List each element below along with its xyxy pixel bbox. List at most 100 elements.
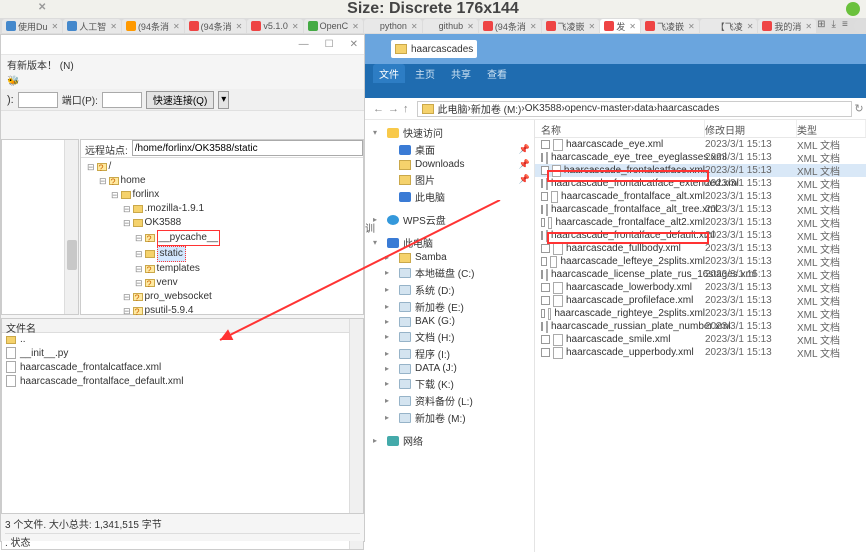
checkbox[interactable] (541, 322, 543, 331)
pin-icon[interactable]: 📌 (519, 174, 530, 185)
browser-tab[interactable]: 飞凌嵌✕ (641, 19, 699, 33)
breadcrumb-item[interactable]: opencv-master (565, 103, 631, 114)
file-row[interactable]: .. (2, 333, 363, 346)
nav-item[interactable]: 此电脑 (365, 188, 534, 205)
scrollbar[interactable] (64, 140, 78, 314)
nav-item[interactable]: 文档 (H:) (365, 328, 534, 345)
checkbox[interactable] (541, 296, 550, 305)
browser-tab[interactable]: 我的消✕ (758, 19, 816, 33)
checkbox[interactable] (541, 153, 543, 162)
pin-icon[interactable]: 📌 (519, 144, 530, 155)
nav-item[interactable]: DATA (J:) (365, 362, 534, 375)
close-icon[interactable]: ✕ (747, 22, 754, 31)
file-row[interactable]: haarcascade_frontalface_default.xml (2, 374, 363, 388)
checkbox[interactable] (541, 283, 550, 292)
checkbox[interactable] (541, 166, 549, 175)
back-icon[interactable]: ← (373, 103, 384, 115)
browser-tab[interactable]: github✕ (423, 19, 478, 33)
browser-tab[interactable]: (94条消✕ (122, 19, 184, 33)
browser-tab[interactable]: 使用Du✕ (2, 19, 62, 33)
ribbon-tab[interactable]: 主页 (409, 64, 441, 83)
checkbox[interactable] (541, 270, 543, 279)
checkbox[interactable] (541, 205, 543, 214)
file-header-name[interactable]: 文件名 (2, 319, 363, 333)
tree-node[interactable]: ⊟OK3588 (85, 216, 359, 230)
browser-tab[interactable]: v5.1.0✕ (247, 19, 302, 33)
close-icon[interactable]: ✕ (350, 39, 358, 50)
browser-tab[interactable]: 人工智✕ (63, 19, 121, 33)
checkbox[interactable] (541, 244, 550, 253)
close-icon[interactable]: ✕ (110, 22, 117, 31)
browser-tab[interactable]: 飞凌嵌✕ (542, 19, 600, 33)
nav-item[interactable]: 快速访问 (365, 124, 534, 141)
close-icon[interactable]: ✕ (467, 22, 474, 31)
ribbon-tab[interactable]: 查看 (481, 64, 513, 83)
nav-item[interactable]: 资料备份 (L:) (365, 392, 534, 409)
file-list[interactable]: haarcascade_eye.xml2023/3/1 15:13XML 文档h… (535, 138, 866, 359)
breadcrumb-item[interactable]: 此电脑 (438, 101, 468, 116)
quickconnect-dropdown[interactable]: ▾ (218, 91, 229, 109)
avatar[interactable] (854, 19, 866, 33)
checkbox[interactable] (541, 192, 548, 201)
col-date[interactable]: 修改日期 (705, 120, 797, 137)
quickconnect-button[interactable]: 快速连接(Q) (146, 91, 214, 109)
checkbox[interactable] (541, 179, 543, 188)
splitter[interactable]: ): (7, 94, 14, 106)
ribbon-tab[interactable]: 文件 (373, 64, 405, 83)
checkbox[interactable] (541, 257, 547, 266)
tree-node[interactable]: ⊟__pycache__ (85, 230, 359, 246)
file-columns[interactable]: 名称 修改日期 类型 (535, 120, 866, 138)
browser-tab[interactable]: OpenC✕ (304, 19, 363, 33)
nav-item[interactable]: 下载 (K:) (365, 375, 534, 392)
tree-node[interactable]: ⊟/ (85, 160, 359, 174)
breadcrumb-item[interactable]: 新加卷 (M:) (471, 101, 522, 116)
up-icon[interactable]: ↑ (403, 103, 409, 115)
nav-item[interactable]: 此电脑 (365, 234, 534, 251)
nav-item[interactable]: WPS云盘 (365, 211, 534, 228)
ext-icon[interactable]: ⊞ (817, 19, 825, 33)
nav-item[interactable]: 新加卷 (M:) (365, 409, 534, 426)
ext-icon[interactable]: ≡ (842, 19, 848, 33)
close-icon[interactable]: ✕ (805, 22, 812, 31)
pin-icon[interactable]: 📌 (519, 159, 530, 170)
close-icon[interactable]: ✕ (589, 22, 596, 31)
close-icon[interactable]: ✕ (52, 22, 59, 31)
maximize-icon[interactable]: ☐ (325, 39, 334, 50)
tree-node[interactable]: ⊟home (85, 174, 359, 188)
host-field[interactable] (18, 92, 58, 108)
close-icon[interactable]: ✕ (173, 22, 180, 31)
remote-path-input[interactable] (132, 140, 363, 156)
forward-icon[interactable]: → (388, 103, 399, 115)
tree-node[interactable]: ⊟psutil-5.9.4 (85, 304, 359, 318)
nav-item[interactable]: 系统 (D:) (365, 281, 534, 298)
tree-node[interactable]: ⊟forlinx (85, 188, 359, 202)
tree-node[interactable]: ⊟static (85, 246, 359, 262)
nav-item[interactable]: Samba (365, 251, 534, 264)
checkbox[interactable] (541, 218, 545, 227)
minimize-icon[interactable]: — (299, 39, 309, 50)
checkbox[interactable] (541, 348, 550, 357)
checkbox[interactable] (541, 140, 550, 149)
close-icon[interactable]: ✕ (411, 22, 418, 31)
nav-item[interactable]: 桌面📌 (365, 141, 534, 158)
close-icon[interactable]: ✕ (352, 22, 359, 31)
file-row[interactable]: haarcascade_frontalcatface.xml (2, 360, 363, 374)
col-type[interactable]: 类型 (797, 120, 866, 137)
browser-tab[interactable]: 发✕ (600, 19, 640, 33)
close-icon[interactable]: ✕ (530, 22, 537, 31)
checkbox[interactable] (541, 335, 550, 344)
ribbon-tab[interactable]: 共享 (445, 64, 477, 83)
browser-tab[interactable]: 【飞凌✕ (700, 19, 758, 33)
scrollbar-thumb[interactable] (67, 240, 77, 270)
browser-tab[interactable]: (94条消✕ (479, 19, 541, 33)
file-row[interactable]: __init__.py (2, 346, 363, 360)
close-icon[interactable]: ✕ (688, 22, 695, 31)
breadcrumb-item[interactable]: haarcascades (657, 103, 719, 114)
port-field[interactable] (102, 92, 142, 108)
nav-item[interactable]: 新加卷 (E:) (365, 298, 534, 315)
ext-icon[interactable]: ⤓ (832, 19, 836, 33)
local-tree[interactable] (1, 139, 79, 315)
tree-node[interactable]: ⊟.mozilla-1.9.1 (85, 202, 359, 216)
browser-tab[interactable]: (94条消✕ (185, 19, 247, 33)
breadcrumb-item[interactable]: OK3588 (525, 103, 562, 114)
